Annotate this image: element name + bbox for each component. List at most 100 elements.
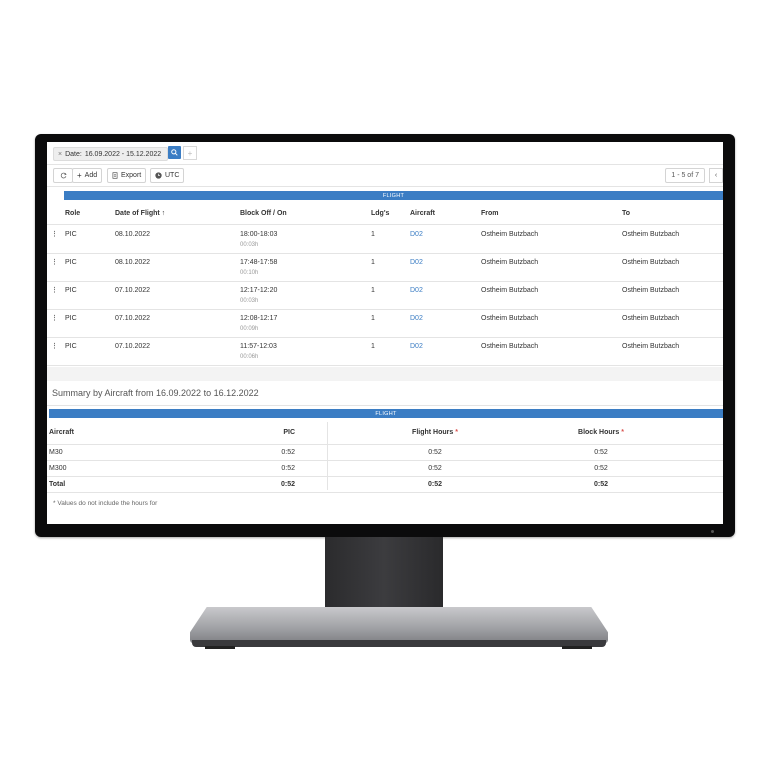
cell-block-time: 12:17-12:20: [240, 287, 278, 294]
app-screen: × Date: 16.09.2022 - 15.12.2022 + + Add …: [47, 142, 723, 524]
cell-landings: 1: [371, 315, 375, 322]
cell-duration: 00:03h: [240, 298, 259, 304]
aircraft-link[interactable]: D02: [410, 314, 423, 324]
monitor-stand-base: [190, 607, 608, 643]
cell-from: Ostheim Butzbach: [481, 315, 539, 322]
column-date-of-flight[interactable]: Date of Flight ↑: [115, 204, 165, 224]
filter-chip-value: 16.09.2022 - 15.12.2022: [84, 150, 162, 158]
summary-cell-pic: 0:52: [281, 449, 295, 456]
column-aircraft[interactable]: Aircraft: [410, 204, 435, 224]
cell-from: Ostheim Butzbach: [481, 259, 539, 266]
summary-cell-block-hours: 0:52: [594, 465, 608, 472]
summary-title: Summary by Aircraft from 16.09.2022 to 1…: [52, 388, 259, 398]
column-to[interactable]: To: [622, 204, 630, 224]
summary-column-pic: PIC: [283, 429, 295, 436]
add-button-label: Add: [84, 172, 98, 179]
required-mark: *: [621, 429, 624, 436]
column-date-label: Date of Flight: [115, 210, 160, 217]
chevron-left-icon: ‹: [714, 172, 718, 179]
cell-to: Ostheim Butzbach: [622, 259, 680, 266]
filter-chip-label: Date:: [65, 150, 82, 158]
remove-filter-icon[interactable]: ×: [58, 151, 62, 158]
refresh-icon: [60, 172, 67, 179]
cell-date: 07.10.2022: [115, 343, 151, 350]
table-row[interactable]: ⋮ PIC 07.10.2022 11:57-12:03 00:06h 1 D02 Osthe…: [47, 337, 723, 366]
export-icon: [112, 172, 118, 179]
sort-ascending-icon: ↑: [161, 210, 166, 217]
utc-label: UTC: [165, 172, 180, 179]
column-from[interactable]: From: [481, 204, 499, 224]
cell-role: PIC: [65, 343, 77, 350]
flight-group-header: FLIGHT: [64, 191, 723, 200]
cell-duration: 00:10h: [240, 270, 259, 276]
search-icon: [171, 149, 178, 156]
row-menu-icon[interactable]: ⋮: [51, 258, 58, 268]
cell-role: PIC: [65, 287, 77, 294]
add-filter-button[interactable]: +: [183, 146, 197, 160]
divider: [47, 405, 723, 406]
summary-row: M300 0:52 0:52 0:52: [47, 461, 723, 477]
cell-landings: 1: [371, 287, 375, 294]
summary-cell-flight-hours: 0:52: [428, 465, 442, 472]
export-button[interactable]: Export: [107, 168, 147, 183]
add-button[interactable]: + Add: [72, 168, 103, 183]
section-spacer: [47, 367, 723, 381]
refresh-button[interactable]: [53, 168, 73, 183]
cell-duration: 00:03h: [240, 242, 259, 248]
total-block-hours: 0:52: [593, 481, 608, 488]
aircraft-link[interactable]: D02: [410, 230, 423, 240]
cell-role: PIC: [65, 315, 77, 322]
table-row[interactable]: ⋮ PIC 08.10.2022 18:00-18:03 00:03h 1 D02 Osthe…: [47, 225, 723, 254]
pagination-info: 1 - 5 of 7: [665, 168, 705, 183]
cell-to: Ostheim Butzbach: [622, 231, 680, 238]
aircraft-link[interactable]: D02: [410, 342, 423, 352]
row-menu-icon[interactable]: ⋮: [51, 314, 58, 324]
search-button[interactable]: [168, 146, 181, 159]
cell-date: 08.10.2022: [115, 231, 151, 238]
cell-role: PIC: [65, 259, 77, 266]
cell-from: Ostheim Butzbach: [481, 287, 539, 294]
previous-page-button[interactable]: ‹: [709, 168, 723, 183]
cell-landings: 1: [371, 343, 375, 350]
column-role[interactable]: Role: [65, 204, 80, 224]
cell-block-time: 12:08-12:17: [240, 315, 278, 322]
column-landings[interactable]: Ldg's: [371, 204, 389, 224]
total-flight-hours: 0:52: [427, 481, 442, 488]
required-mark: *: [455, 429, 458, 436]
cell-to: Ostheim Butzbach: [622, 287, 680, 294]
clock-icon: [155, 172, 162, 179]
summary-table-header: Aircraft PIC Flight Hours * Block Hours …: [47, 422, 723, 445]
cell-date: 08.10.2022: [115, 259, 151, 266]
row-menu-icon[interactable]: ⋮: [51, 230, 58, 240]
table-row[interactable]: ⋮ PIC 07.10.2022 12:17-12:20 00:03h 1 D02 Osthe…: [47, 281, 723, 310]
cell-role: PIC: [65, 231, 77, 238]
cell-date: 07.10.2022: [115, 315, 151, 322]
table-row[interactable]: ⋮ PIC 07.10.2022 12:08-12:17 00:09h 1 D02 Osthe…: [47, 309, 723, 338]
summary-footnote: * Values do not include the hours for: [53, 500, 158, 507]
aircraft-link[interactable]: D02: [410, 258, 423, 268]
flight-hours-label: Flight Hours: [412, 429, 454, 436]
monitor-base-edge: [192, 640, 606, 647]
summary-column-flight-hours: Flight Hours *: [395, 422, 475, 444]
row-menu-icon[interactable]: ⋮: [51, 342, 58, 352]
summary-cell-pic: 0:52: [281, 465, 295, 472]
cell-block-time: 11:57-12:03: [240, 343, 277, 350]
summary-table: Aircraft PIC Flight Hours * Block Hours …: [47, 422, 723, 493]
utc-toggle-button[interactable]: UTC: [150, 168, 185, 183]
summary-total-row: Total 0:52 0:52 0:52: [47, 477, 723, 493]
plus-icon: +: [187, 148, 193, 158]
table-row[interactable]: ⋮ PIC 08.10.2022 17:48-17:58 00:10h 1 D02 Osthe…: [47, 253, 723, 282]
aircraft-link[interactable]: D02: [410, 286, 423, 296]
summary-cell-aircraft: M300: [49, 465, 67, 472]
cell-landings: 1: [371, 259, 375, 266]
power-indicator: [711, 530, 714, 533]
row-menu-icon[interactable]: ⋮: [51, 286, 58, 296]
summary-table-body: M30 0:52 0:52 0:52 M300 0:52 0:52 0:52: [47, 445, 723, 477]
monitor-foot-left: [205, 646, 235, 649]
cell-date: 07.10.2022: [115, 287, 151, 294]
column-block-off-on[interactable]: Block Off / On: [240, 204, 287, 224]
date-filter-chip[interactable]: × Date: 16.09.2022 - 15.12.2022: [53, 147, 169, 161]
plus-icon: +: [77, 171, 82, 180]
filter-bar: × Date: 16.09.2022 - 15.12.2022 +: [47, 142, 723, 165]
toolbar: + Add Export UTC 1 - 5 of 7 ‹: [47, 164, 723, 187]
